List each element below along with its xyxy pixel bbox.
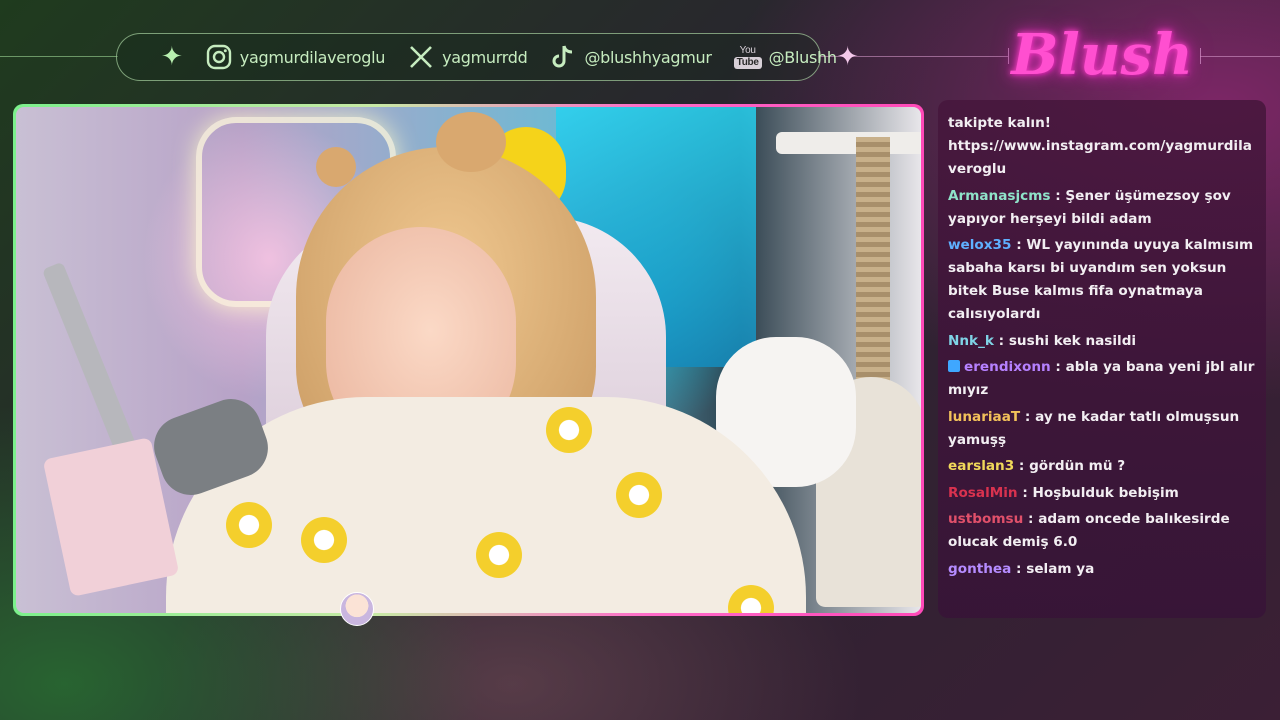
sweater-flower	[226, 502, 272, 548]
banner-line-left	[0, 56, 118, 57]
banner-line-right	[1200, 56, 1280, 57]
social-bar: ✦ yagmurdilaveroglu yagmurrdd @blushhyag…	[116, 33, 859, 81]
youtube-icon: You Tube	[733, 44, 762, 69]
chat-text: takipte kalın! https://www.instagram.com…	[948, 115, 1252, 177]
chat-text: selam ya	[1026, 560, 1095, 577]
chat-list: takipte kalın! https://www.instagram.com…	[948, 112, 1256, 581]
youtube-icon-text-top: You	[739, 44, 756, 56]
x-handle: yagmurrdd	[442, 47, 528, 67]
chat-badge-icon	[948, 360, 960, 372]
chat-username[interactable]: RosalMin	[948, 485, 1018, 501]
avatar-sticker	[340, 592, 374, 626]
chat-username[interactable]: Nnk_k	[948, 333, 994, 349]
chat-panel: takipte kalın! https://www.instagram.com…	[938, 100, 1266, 618]
sparkle-icon: ✦	[836, 42, 859, 72]
chat-username[interactable]: lunariaaT	[948, 409, 1020, 425]
chat-message: gonthea : selam ya	[948, 560, 1095, 577]
chat-text: Hoşbulduk bebişim	[1032, 484, 1179, 501]
youtube-handle: @Blushh	[768, 47, 837, 67]
instagram-handle: yagmurdilaveroglu	[239, 47, 386, 67]
chat-message: lunariaaT : ay ne kadar tatlı olmuşsun y…	[948, 408, 1240, 448]
social-x: yagmurrdd	[407, 43, 528, 71]
instagram-icon	[205, 43, 233, 71]
banner-tick	[1008, 48, 1009, 64]
tiktok-handle: @blushhyagmur	[584, 47, 712, 67]
sweater-flower	[616, 472, 662, 518]
sweater-flower	[476, 532, 522, 578]
hair-bun	[436, 112, 506, 172]
webcam-frame	[13, 104, 924, 616]
banner-tick	[1200, 48, 1201, 64]
chat-message: ustbomsu : adam oncede balıkesirde oluca…	[948, 511, 1230, 550]
chat-username[interactable]: Armanasjcms	[948, 188, 1050, 204]
hair-bun	[316, 147, 356, 187]
cat-tower	[856, 137, 890, 397]
tiktok-icon	[549, 43, 577, 71]
x-twitter-icon	[407, 43, 435, 71]
chat-message: erendixonn : abla ya bana yeni jbl alır …	[948, 359, 1255, 398]
chat-username[interactable]: gonthea	[948, 561, 1011, 577]
chat-username[interactable]: ustbomsu	[948, 511, 1023, 527]
social-tiktok: @blushhyagmur	[549, 43, 712, 71]
webcam-video	[16, 107, 921, 613]
chat-text: sushi kek nasildi	[1008, 332, 1137, 349]
sparkle-icon: ✦	[161, 42, 183, 72]
chat-text: gördün mü ?	[1029, 458, 1126, 474]
chat-username[interactable]: welox35	[948, 237, 1011, 253]
chat-username[interactable]: erendixonn	[964, 359, 1051, 375]
social-youtube: You Tube @Blushh	[733, 44, 837, 69]
social-instagram: yagmurdilaveroglu	[205, 43, 385, 71]
sweater-flower	[546, 407, 592, 453]
chat-message: welox35 : WL yayınında uyuya kalmısım sa…	[948, 237, 1254, 322]
chat-username[interactable]: earslan3	[948, 458, 1014, 474]
youtube-icon-text-bottom: Tube	[733, 56, 762, 69]
chat-message: takipte kalın! https://www.instagram.com…	[948, 112, 1256, 181]
chat-message: earslan3 : gördün mü ?	[948, 458, 1126, 474]
chat-message: Nnk_k : sushi kek nasildi	[948, 332, 1137, 349]
sweater-flower	[301, 517, 347, 563]
cat-tower-top	[776, 132, 921, 154]
chat-message: Armanasjcms : Şener üşümezsoy şov yapıyo…	[948, 187, 1231, 227]
blush-logo: Blush	[1011, 22, 1193, 88]
chat-message: RosalMin : Hoşbulduk bebişim	[948, 484, 1179, 501]
